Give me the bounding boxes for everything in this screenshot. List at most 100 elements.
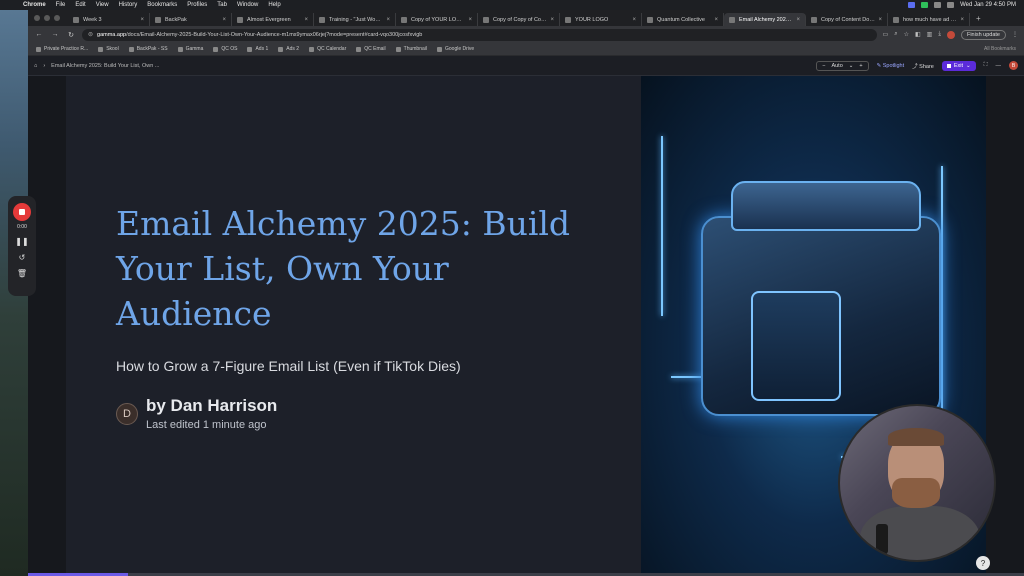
close-tab-icon[interactable]: × bbox=[960, 17, 964, 23]
chrome-menu-icon[interactable]: ⋮ bbox=[1012, 31, 1018, 38]
fullscreen-icon[interactable]: ⛶ bbox=[984, 62, 988, 69]
exit-button[interactable]: Exit ⌄ bbox=[941, 60, 976, 71]
close-tab-icon[interactable]: × bbox=[140, 17, 144, 23]
finish-update-button[interactable]: Finish update bbox=[960, 29, 1006, 40]
browser-tab[interactable]: Copy of Content Doc fo × bbox=[806, 13, 888, 26]
site-info-icon[interactable]: ⊜ bbox=[88, 31, 93, 38]
browser-tab[interactable]: Quantum Collective × bbox=[642, 13, 724, 26]
bookmark-item[interactable]: QC Email bbox=[356, 46, 386, 52]
bookmark-favicon-icon bbox=[213, 46, 219, 52]
bookmark-item[interactable]: BackPak - SS bbox=[128, 46, 168, 52]
browser-tab[interactable]: Copy of Copy of Copy o × bbox=[478, 13, 560, 26]
all-bookmarks-button[interactable]: All Bookmarks bbox=[984, 46, 1016, 52]
tab-label: Almost Evergreen bbox=[247, 16, 291, 23]
close-tab-icon[interactable]: × bbox=[468, 17, 472, 23]
home-icon[interactable]: ⌂ bbox=[34, 63, 37, 69]
bookmark-label: Ads 2 bbox=[286, 46, 300, 52]
tabs: Week 3 × BackPak × Almost Evergreen × Training… bbox=[68, 10, 970, 26]
bookmark-item[interactable]: Ads 2 bbox=[278, 46, 299, 52]
menu-window[interactable]: Window bbox=[237, 2, 258, 8]
browser-tab[interactable]: how much have ad cos × bbox=[888, 13, 970, 26]
window-controls bbox=[34, 15, 60, 21]
restart-icon[interactable]: ↺ bbox=[19, 253, 26, 262]
minimize-window-icon[interactable] bbox=[44, 15, 50, 21]
menu-history[interactable]: History bbox=[119, 2, 138, 8]
user-avatar[interactable]: B bbox=[1009, 61, 1018, 70]
menu-file[interactable]: File bbox=[56, 2, 66, 8]
maximize-window-icon[interactable] bbox=[54, 15, 60, 21]
extension-icon[interactable]: ◧ bbox=[915, 31, 921, 38]
menu-app[interactable]: Chrome bbox=[23, 2, 46, 8]
bookmark-item[interactable]: Skool bbox=[98, 46, 119, 52]
tab-favicon-icon bbox=[319, 16, 325, 23]
recording-time: 0:00 bbox=[17, 224, 27, 230]
menu-tab[interactable]: Tab bbox=[217, 2, 227, 8]
browser-tab[interactable]: YOUR LOGO × bbox=[560, 13, 642, 26]
menu-clock[interactable]: Wed Jan 29 4:50 PM bbox=[960, 2, 1016, 8]
downloads-icon[interactable]: ⤓ bbox=[938, 31, 941, 38]
browser-tab[interactable]: BackPak × bbox=[150, 13, 232, 26]
close-tab-icon[interactable]: × bbox=[878, 17, 882, 23]
bookmark-item[interactable]: Private Practice R... bbox=[36, 46, 88, 52]
pause-icon[interactable]: ❚❚ bbox=[15, 237, 28, 246]
zoom-icon[interactable]: ⌕ bbox=[894, 31, 897, 38]
bookmark-favicon-icon bbox=[128, 46, 134, 52]
close-tab-icon[interactable]: × bbox=[632, 17, 636, 23]
chevron-down-icon[interactable]: ⌄ bbox=[849, 63, 854, 69]
close-tab-icon[interactable]: × bbox=[222, 17, 226, 23]
browser-tab[interactable]: Almost Evergreen × bbox=[232, 13, 314, 26]
menu-help[interactable]: Help bbox=[268, 2, 280, 8]
tray-recording-icon[interactable] bbox=[921, 2, 929, 8]
profile-avatar[interactable] bbox=[946, 30, 955, 39]
breadcrumb[interactable]: Email Alchemy 2025: Build Your List, Own… bbox=[51, 63, 159, 69]
tray-battery-icon[interactable] bbox=[947, 2, 955, 8]
close-tab-icon[interactable]: × bbox=[796, 17, 800, 23]
zoom-select[interactable]: − Auto ⌄ + bbox=[816, 60, 869, 71]
close-tab-icon[interactable]: × bbox=[304, 17, 308, 23]
minimize-icon[interactable]: — bbox=[996, 63, 1002, 69]
webcam-bubble[interactable] bbox=[838, 404, 996, 562]
browser-tab[interactable]: Copy of YOUR LOGO - × bbox=[396, 13, 478, 26]
new-tab-icon[interactable]: + bbox=[976, 14, 981, 23]
bookmark-star-icon[interactable]: ☆ bbox=[904, 31, 909, 38]
menu-profiles[interactable]: Profiles bbox=[187, 2, 207, 8]
zoom-in-icon[interactable]: + bbox=[859, 63, 862, 69]
bookmark-item[interactable]: Ads 1 bbox=[247, 46, 268, 52]
menu-edit[interactable]: Edit bbox=[75, 2, 85, 8]
menu-view[interactable]: View bbox=[96, 2, 109, 8]
bookmark-label: QC Email bbox=[364, 46, 386, 52]
author-info: D by Dan Harrison Last edited 1 minute a… bbox=[116, 396, 277, 431]
close-tab-icon[interactable]: × bbox=[550, 17, 554, 23]
spotlight-button[interactable]: ✎ Spotlight bbox=[877, 63, 905, 69]
tray-wifi-icon[interactable] bbox=[934, 2, 942, 8]
bookmark-item[interactable]: QC Calendar bbox=[309, 46, 346, 52]
tab-favicon-icon bbox=[483, 16, 489, 23]
bookmark-label: QC OS bbox=[221, 46, 238, 52]
circuit-line bbox=[661, 136, 663, 316]
bookmark-item[interactable]: QC OS bbox=[213, 46, 237, 52]
close-window-icon[interactable] bbox=[34, 15, 40, 21]
share-button[interactable]: ⤴ Share bbox=[912, 62, 934, 70]
close-tab-icon[interactable]: × bbox=[714, 17, 718, 23]
help-icon[interactable]: ? bbox=[976, 556, 990, 570]
zoom-out-icon[interactable]: − bbox=[822, 63, 825, 69]
browser-toolbar: ← → ↻ ⊜ gamma.app/docs/Email-Alchemy-202… bbox=[28, 26, 1024, 43]
browser-tab[interactable]: Email Alchemy 2025: Bu × bbox=[724, 13, 806, 26]
sidebar-icon[interactable]: ▥ bbox=[927, 31, 933, 38]
forward-arrow-icon[interactable]: → bbox=[50, 31, 60, 38]
address-bar[interactable]: ⊜ gamma.app/docs/Email-Alchemy-2025-Buil… bbox=[82, 28, 877, 41]
reload-icon[interactable]: ↻ bbox=[66, 31, 76, 39]
browser-tab[interactable]: Week 3 × bbox=[68, 13, 150, 26]
tray-app-icon[interactable] bbox=[908, 2, 916, 8]
cast-icon[interactable]: ▭ bbox=[883, 31, 889, 38]
menu-bookmarks[interactable]: Bookmarks bbox=[147, 2, 177, 8]
presentation-controls: − Auto ⌄ + ✎ Spotlight ⤴ Share Exit ⌄ ⛶ … bbox=[816, 60, 1018, 71]
browser-tab[interactable]: Training - "Just Wow" S × bbox=[314, 13, 396, 26]
stop-recording-button[interactable] bbox=[13, 203, 31, 221]
close-tab-icon[interactable]: × bbox=[386, 17, 390, 23]
back-arrow-icon[interactable]: ← bbox=[34, 31, 44, 38]
trash-icon[interactable]: 🗑 bbox=[17, 269, 27, 278]
bookmark-item[interactable]: Gamma bbox=[177, 46, 203, 52]
bookmark-item[interactable]: Thumbnail bbox=[395, 46, 427, 52]
bookmark-item[interactable]: Google Drive bbox=[437, 46, 474, 52]
